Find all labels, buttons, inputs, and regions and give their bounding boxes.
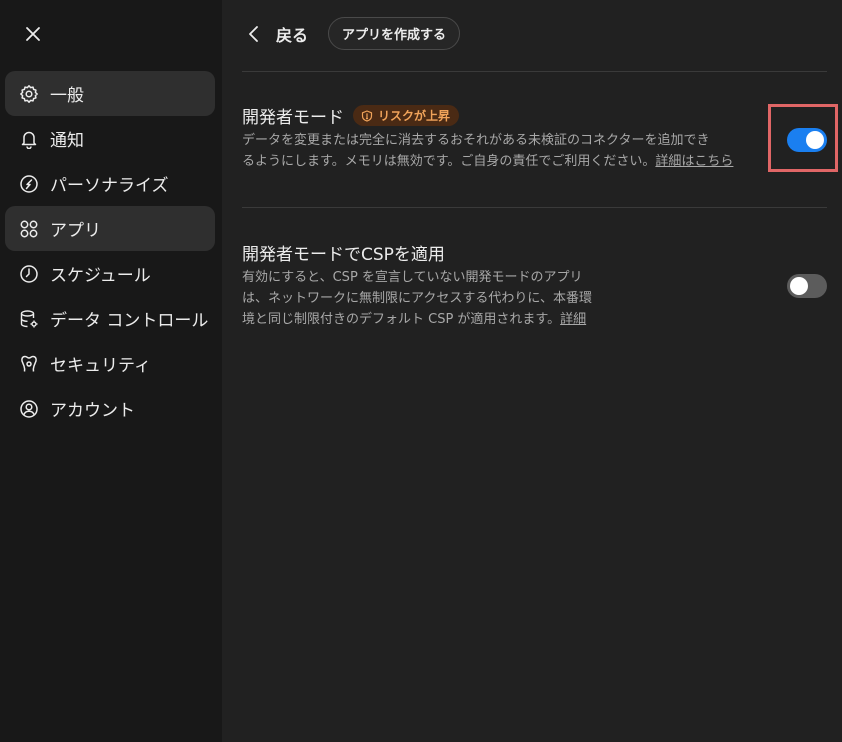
sidebar-item-security[interactable]: セキュリティ (5, 341, 215, 386)
sidebar-nav: 一般 通知 パーソナライズ アプリ スケジュール データ コントロール セキュリ… (5, 71, 215, 431)
back-label: 戻る (276, 26, 309, 45)
close-button[interactable] (18, 19, 48, 49)
csp-description: 有効にすると、CSP を宣言していない開発モードのアプリ は、ネットワークに無制… (242, 267, 602, 330)
back-button[interactable]: 戻る (244, 18, 308, 50)
sidebar-item-label: スケジュール (50, 266, 151, 286)
csp-toggle[interactable] (787, 274, 827, 298)
developer-mode-toggle[interactable] (787, 128, 827, 152)
clock-icon (19, 264, 39, 284)
description-text: るようにします。メモリは無効です。ご自身の責任でご利用ください。 (242, 154, 656, 169)
account-icon (19, 399, 39, 419)
sidebar-item-label: 通知 (50, 131, 84, 151)
sidebar-item-account[interactable]: アカウント (5, 386, 215, 431)
toggle-knob (806, 131, 824, 149)
sidebar-item-personalize[interactable]: パーソナライズ (5, 161, 215, 206)
sidebar-item-apps[interactable]: アプリ (5, 206, 215, 251)
description-line: るようにします。メモリは無効です。ご自身の責任でご利用ください。詳細はこちら (242, 151, 742, 172)
gear-icon (19, 84, 39, 104)
csp-title: 開発者モードでCSPを適用 (242, 245, 445, 265)
sidebar-item-general[interactable]: 一般 (5, 71, 215, 116)
csp-title-row: 開発者モードでCSPを適用 (242, 240, 445, 265)
header-divider (242, 71, 827, 72)
sidebar-item-label: セキュリティ (50, 356, 151, 376)
sidebar-item-schedule[interactable]: スケジュール (5, 251, 215, 296)
developer-mode-description: データを変更または完全に消去するおそれがある未検証のコネクターを追加でき るよう… (242, 130, 742, 172)
sidebar: 一般 通知 パーソナライズ アプリ スケジュール データ コントロール セキュリ… (0, 0, 222, 742)
csp-learn-more-link[interactable]: 詳細 (560, 312, 586, 327)
description-line: データを変更または完全に消去するおそれがある未検証のコネクターを追加でき (242, 133, 710, 148)
sidebar-item-label: アカウント (50, 401, 135, 421)
chevron-left-icon (244, 24, 264, 44)
warning-shield-icon (361, 109, 373, 122)
description-line: は、ネットワークに無制限にアクセスする代わりに、本番環 (242, 291, 592, 306)
apps-grid-icon (19, 219, 39, 239)
description-line: 有効にすると、CSP を宣言していない開発モードのアプリ (242, 270, 583, 285)
sidebar-item-data-controls[interactable]: データ コントロール (5, 296, 215, 341)
database-gear-icon (19, 309, 39, 329)
sidebar-item-label: データ コントロール (50, 311, 209, 331)
description-line: 境と同じ制限付きのデフォルト CSP が適用されます。詳細 (242, 309, 602, 330)
sidebar-item-notifications[interactable]: 通知 (5, 116, 215, 161)
developer-mode-title-row: 開発者モード リスクが上昇 (242, 103, 460, 128)
section-divider (242, 207, 827, 208)
close-icon (26, 27, 40, 41)
toggle-knob (790, 277, 808, 295)
risk-badge: リスクが上昇 (353, 105, 460, 126)
security-icon (19, 354, 39, 374)
sidebar-item-label: アプリ (50, 221, 101, 241)
create-app-button[interactable]: アプリを作成する (328, 17, 461, 50)
risk-badge-label: リスクが上昇 (378, 109, 451, 123)
description-text: 境と同じ制限付きのデフォルト CSP が適用されます。 (242, 312, 561, 327)
settings-window: 一般 通知 パーソナライズ アプリ スケジュール データ コントロール セキュリ… (0, 0, 842, 742)
bell-icon (19, 129, 39, 149)
developer-mode-title: 開発者モード (242, 108, 344, 128)
sidebar-item-label: 一般 (50, 86, 84, 106)
sidebar-item-label: パーソナライズ (50, 176, 169, 196)
personalize-icon (19, 174, 39, 194)
learn-more-link[interactable]: 詳細はこちら (655, 154, 733, 169)
